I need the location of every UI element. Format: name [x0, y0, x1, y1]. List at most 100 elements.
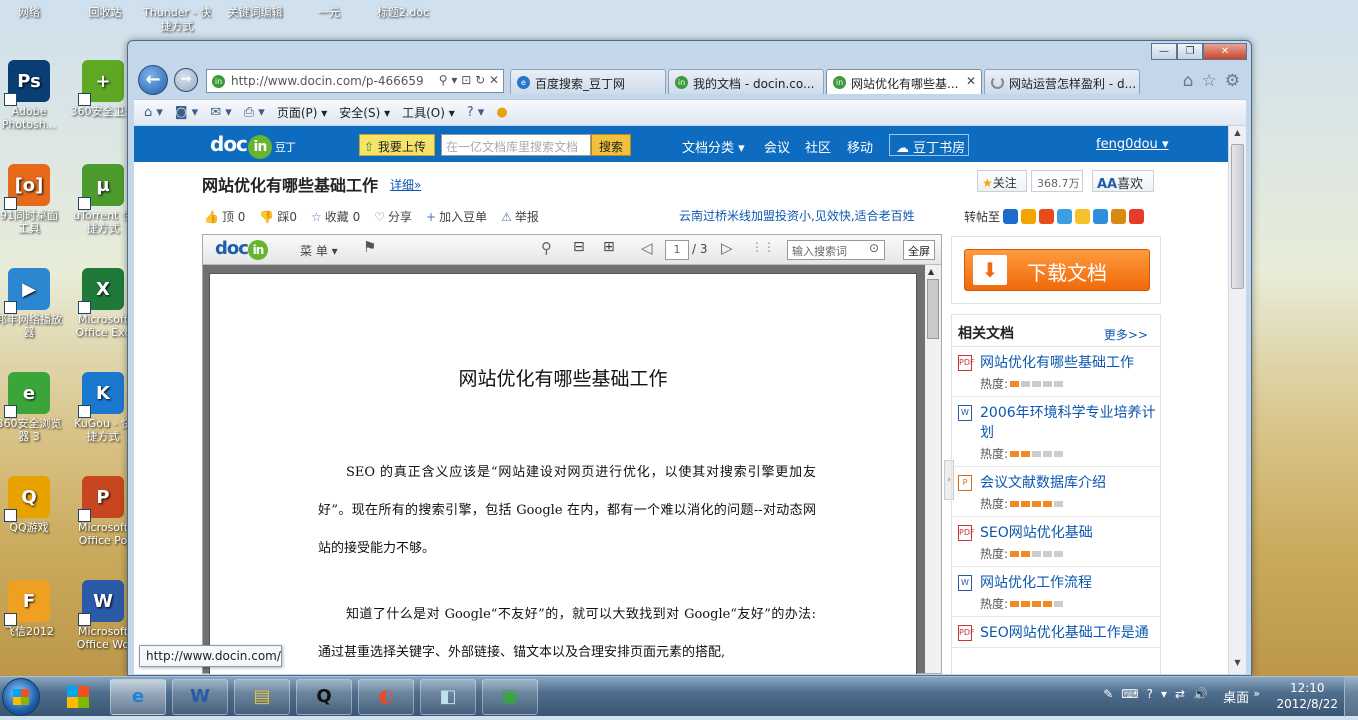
- zoom-search-icon[interactable]: ⚲: [541, 239, 552, 257]
- desktop-icon-fetion[interactable]: F 飞信2012: [0, 580, 62, 638]
- action-collect[interactable]: ☆ 收藏 0: [311, 208, 360, 225]
- tray-expand-icon[interactable]: ▾: [1161, 687, 1167, 701]
- tab-close-icon[interactable]: ✕: [966, 74, 976, 88]
- upload-button[interactable]: ⇧ 我要上传: [359, 134, 435, 156]
- taskbar-qq-icon[interactable]: Q: [296, 679, 352, 715]
- desktop-label-thunder[interactable]: Thunder - 快捷方式: [142, 6, 212, 34]
- desktop-label-title-doc[interactable]: 标题2.doc: [368, 6, 438, 20]
- docin-search-button[interactable]: 搜索: [591, 134, 631, 156]
- volume-icon[interactable]: 🔊: [1193, 687, 1208, 701]
- viewer-menu[interactable]: 菜 单 ▾: [300, 242, 338, 259]
- help-tray-icon[interactable]: ?: [1147, 687, 1153, 701]
- related-item[interactable]: PDF SEO网站优化基础工作是通: [952, 617, 1160, 648]
- related-item-title[interactable]: 网站优化工作流程: [980, 573, 1156, 593]
- action-share[interactable]: ♡ 分享: [374, 208, 412, 225]
- taskbar-explorer-icon[interactable]: ▤: [234, 679, 290, 715]
- url-tools[interactable]: ⚲ ▾ ⊡ ↻ ✕: [434, 73, 499, 87]
- like-button[interactable]: AA喜欢: [1092, 170, 1154, 192]
- help-icon[interactable]: ? ▾: [467, 105, 485, 120]
- show-desktop-button[interactable]: [1344, 677, 1358, 717]
- minimize-button[interactable]: —: [1151, 43, 1177, 60]
- scroll-down-icon[interactable]: ▼: [1229, 658, 1246, 672]
- scroll-up-icon[interactable]: ▲: [928, 267, 934, 276]
- share-site-icon[interactable]: [1111, 209, 1127, 224]
- nav-meeting[interactable]: 会议: [764, 137, 790, 156]
- mail-icon[interactable]: ✉ ▾: [210, 105, 232, 120]
- ad-link[interactable]: 云南过桥米线加盟投资小,见效快,适合老百姓: [679, 207, 915, 224]
- more-link[interactable]: 更多>>: [1104, 326, 1148, 343]
- desktop-icon-qqgame[interactable]: Q QQ游戏: [0, 476, 62, 534]
- action-downvote[interactable]: 👎 踩0: [259, 208, 297, 225]
- restore-button[interactable]: ❐: [1177, 43, 1203, 60]
- desktop-icon-360browser[interactable]: e 360安全浏览器 3: [0, 372, 62, 443]
- zoom-in-icon[interactable]: ⊞: [603, 239, 615, 255]
- nav-community[interactable]: 社区: [805, 137, 831, 156]
- share-site-icon[interactable]: [1129, 209, 1145, 224]
- docin-logo[interactable]: doc in 豆丁: [210, 132, 296, 159]
- menu-page[interactable]: 页面(P) ▾: [277, 104, 327, 121]
- network-icon[interactable]: ⇄: [1175, 687, 1185, 701]
- share-site-icon[interactable]: [1021, 209, 1037, 224]
- desktop-label-recycle-bin[interactable]: 回收站: [70, 6, 140, 20]
- share-site-icon[interactable]: [1075, 209, 1091, 224]
- windows-flag-icon[interactable]: [50, 679, 106, 715]
- related-item[interactable]: W 2006年环境科学专业培养计划 热度:: [952, 397, 1160, 467]
- related-item-title[interactable]: SEO网站优化基础工作是通: [980, 623, 1156, 643]
- taskbar-media-icon[interactable]: ◐: [358, 679, 414, 715]
- menu-tools[interactable]: 工具(O) ▾: [402, 104, 455, 121]
- related-item-title[interactable]: 2006年环境科学专业培养计划: [980, 403, 1156, 443]
- desktop-icon-player[interactable]: ▶ 邦丰网络播放器: [0, 268, 62, 339]
- start-button[interactable]: [2, 678, 40, 716]
- share-site-icon[interactable]: [1003, 209, 1019, 224]
- settings-gear-icon[interactable]: ⚙: [1225, 71, 1240, 91]
- viewer-scrollbar[interactable]: ▲: [925, 265, 941, 673]
- ime-icon[interactable]: ✎: [1103, 687, 1113, 701]
- download-button[interactable]: ⬇ 下载文档: [964, 249, 1150, 291]
- close-window-button[interactable]: ✕: [1203, 43, 1247, 60]
- desktop-label-yiyuan[interactable]: 一元: [294, 6, 364, 20]
- action-report[interactable]: ⚠ 举报: [501, 208, 539, 225]
- page-scroll-thumb[interactable]: [1231, 144, 1244, 289]
- page-scrollbar[interactable]: ▲ ▼: [1228, 126, 1246, 674]
- tab-active-doc[interactable]: in 网站优化有哪些基... ✕: [826, 69, 982, 94]
- tab-my-docs[interactable]: in 我的文档 - docin.co...: [668, 69, 824, 94]
- share-site-icon[interactable]: [1057, 209, 1073, 224]
- tab-profit[interactable]: 网站运营怎样盈利 - d...: [984, 69, 1140, 94]
- bookmark-icon[interactable]: ⚑: [363, 238, 376, 256]
- desktop-icon-91desktop[interactable]: [o] 91同时桌面工具: [0, 164, 62, 235]
- follow-button[interactable]: ★关注: [977, 170, 1027, 192]
- desktop-toolbar[interactable]: 桌面 »: [1223, 687, 1260, 706]
- docin-search-input[interactable]: 在一亿文档库里搜索文档: [441, 134, 591, 156]
- desktop-label-network[interactable]: 网络: [0, 6, 64, 20]
- nav-mobile[interactable]: 移动: [847, 137, 873, 156]
- action-add-list[interactable]: + 加入豆单: [426, 208, 487, 225]
- binoculars-icon[interactable]: ⊙: [869, 241, 879, 255]
- related-item[interactable]: PDF SEO网站优化基础 热度:: [952, 517, 1160, 567]
- forward-button[interactable]: →: [174, 68, 198, 92]
- nav-category[interactable]: 文档分类 ▾: [682, 137, 745, 156]
- share-site-icon[interactable]: [1093, 209, 1109, 224]
- tab-baidu[interactable]: e 百度搜索_豆丁网: [510, 69, 666, 94]
- user-menu[interactable]: feng0dou ▾: [1096, 137, 1168, 152]
- addon-icon[interactable]: ●: [496, 105, 507, 120]
- clock[interactable]: 12:10 2012/8/22: [1276, 680, 1338, 712]
- desktop-label-keyword-editor[interactable]: 关键词编辑: [220, 6, 290, 20]
- next-page-icon[interactable]: ▷: [721, 239, 733, 257]
- back-button[interactable]: ←: [138, 65, 168, 95]
- grid-view-icon[interactable]: ⋮⋮: [751, 240, 775, 254]
- fullscreen-button[interactable]: 全屏: [903, 240, 935, 260]
- desktop-icon-photoshop[interactable]: Ps Adobe Photosh...: [0, 60, 62, 131]
- related-item[interactable]: W 网站优化工作流程 热度:: [952, 567, 1160, 617]
- taskbar-monitor-icon[interactable]: ▣: [482, 679, 538, 715]
- page-number-input[interactable]: 1: [665, 240, 689, 260]
- detail-link[interactable]: 详细»: [390, 176, 421, 193]
- home-icon[interactable]: ⌂ ▾: [144, 105, 163, 120]
- zoom-out-icon[interactable]: ⊟: [573, 239, 585, 255]
- viewer-scroll-thumb[interactable]: [927, 279, 939, 339]
- home-icon[interactable]: ⌂: [1183, 71, 1194, 91]
- keyboard-icon[interactable]: ⌨: [1121, 687, 1138, 701]
- scroll-up-icon[interactable]: ▲: [1229, 128, 1246, 142]
- url-field[interactable]: in http://www.docin.com/p-466659 ⚲ ▾ ⊡ ↻…: [206, 69, 504, 93]
- taskbar-word-icon[interactable]: W: [172, 679, 228, 715]
- favorites-icon[interactable]: ☆: [1202, 71, 1217, 91]
